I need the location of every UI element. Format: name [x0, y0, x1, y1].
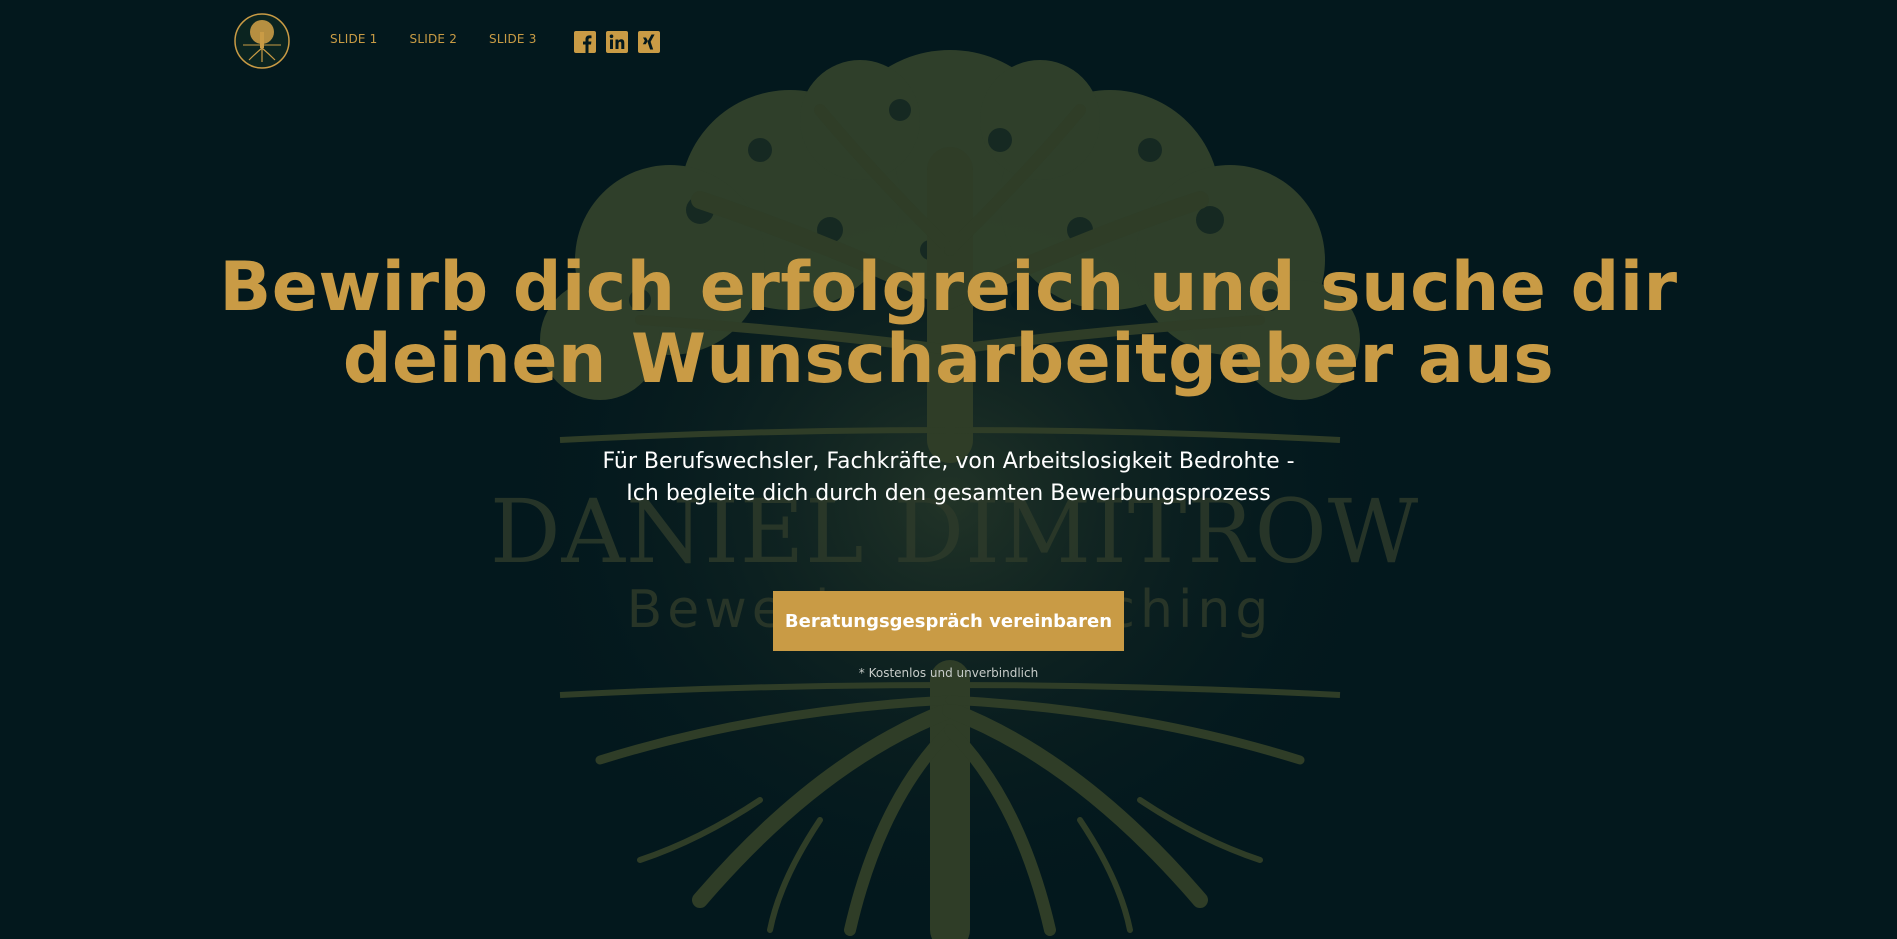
social-links	[574, 31, 660, 53]
tree-logo-icon[interactable]	[233, 12, 291, 70]
hero-headline: Bewirb dich erfolgreich und suche dir de…	[150, 252, 1747, 396]
hero-section: Bewirb dich erfolgreich und suche dir de…	[0, 0, 1897, 939]
nav-slide-2[interactable]: SLIDE 2	[410, 32, 458, 46]
site-header: SLIDE 1 SLIDE 2 SLIDE 3	[0, 0, 1897, 84]
hero-headline-line-1: Bewirb dich erfolgreich und suche dir	[219, 248, 1678, 327]
book-consultation-button[interactable]: Beratungsgespräch vereinbaren	[773, 591, 1124, 651]
hero-subheadline-line-2: Ich begleite dich durch den gesamten Bew…	[626, 481, 1271, 506]
page: DANIEL DIMITROW Bewerbungscoaching SLIDE…	[0, 0, 1897, 939]
main-nav: SLIDE 1 SLIDE 2 SLIDE 3	[330, 32, 569, 46]
facebook-icon[interactable]	[574, 31, 596, 53]
linkedin-icon[interactable]	[606, 31, 628, 53]
nav-slide-1[interactable]: SLIDE 1	[330, 32, 378, 46]
cta-note: * Kostenlos und unverbindlich	[858, 666, 1039, 680]
nav-slide-3[interactable]: SLIDE 3	[489, 32, 537, 46]
hero-headline-line-2: deinen Wunscharbeitgeber aus	[342, 320, 1555, 399]
xing-icon[interactable]	[638, 31, 660, 53]
hero-subheadline-line-1: Für Berufswechsler, Fachkräfte, von Arbe…	[602, 449, 1295, 474]
hero-subheadline: Für Berufswechsler, Fachkräfte, von Arbe…	[450, 446, 1447, 510]
